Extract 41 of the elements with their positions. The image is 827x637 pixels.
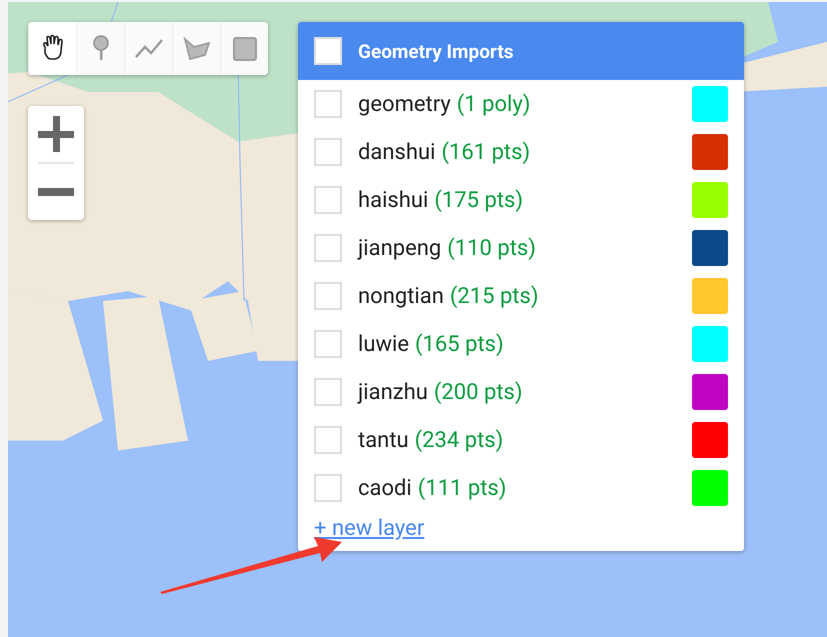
layer-name[interactable]: caodi: [358, 476, 412, 500]
checkbox[interactable]: [314, 90, 342, 118]
checkbox[interactable]: [314, 426, 342, 454]
point-count: (165 pts): [415, 332, 504, 356]
checkbox[interactable]: [314, 138, 342, 166]
color-swatch[interactable]: [692, 182, 728, 218]
checkbox[interactable]: [314, 282, 342, 310]
point-count: (215 pts): [450, 284, 539, 308]
layer-name[interactable]: jianzhu: [358, 380, 428, 404]
color-swatch[interactable]: [692, 278, 728, 314]
draw-tool-button[interactable]: [28, 22, 76, 75]
point-count: (161 pts): [441, 140, 530, 164]
checkbox[interactable]: [314, 474, 342, 502]
point-count: (110 pts): [447, 236, 536, 260]
point-count: (1 poly): [456, 92, 530, 116]
layer-name[interactable]: tantu: [358, 428, 409, 452]
color-swatch[interactable]: [692, 134, 728, 170]
layer-name[interactable]: danshui: [358, 140, 436, 164]
point-count: (111 pts): [418, 476, 506, 500]
panel-title: Geometry Imports: [358, 40, 514, 62]
checkbox[interactable]: [314, 378, 342, 406]
layer-name[interactable]: haishui: [358, 188, 428, 212]
point-count: (234 pts): [414, 428, 504, 452]
checkbox[interactable]: [314, 330, 342, 358]
layer-name[interactable]: geometry: [358, 92, 451, 116]
color-swatch[interactable]: [692, 326, 728, 362]
checkbox[interactable]: [314, 234, 342, 262]
zoom-in-icon: [38, 116, 74, 152]
color-swatch[interactable]: [692, 230, 728, 266]
layer-name[interactable]: nongtian: [358, 284, 444, 308]
color-swatch[interactable]: [692, 86, 728, 122]
color-swatch[interactable]: [692, 422, 728, 458]
checkbox[interactable]: [314, 37, 342, 65]
zoom-out-icon: [38, 188, 74, 196]
point-count: (200 pts): [434, 380, 523, 404]
color-swatch[interactable]: [692, 470, 728, 506]
point-count: (175 pts): [434, 188, 524, 212]
color-swatch[interactable]: [692, 374, 728, 410]
layer-name[interactable]: luwie: [358, 332, 410, 356]
layer-name[interactable]: jianpeng: [358, 236, 442, 260]
checkbox[interactable]: [314, 186, 342, 214]
